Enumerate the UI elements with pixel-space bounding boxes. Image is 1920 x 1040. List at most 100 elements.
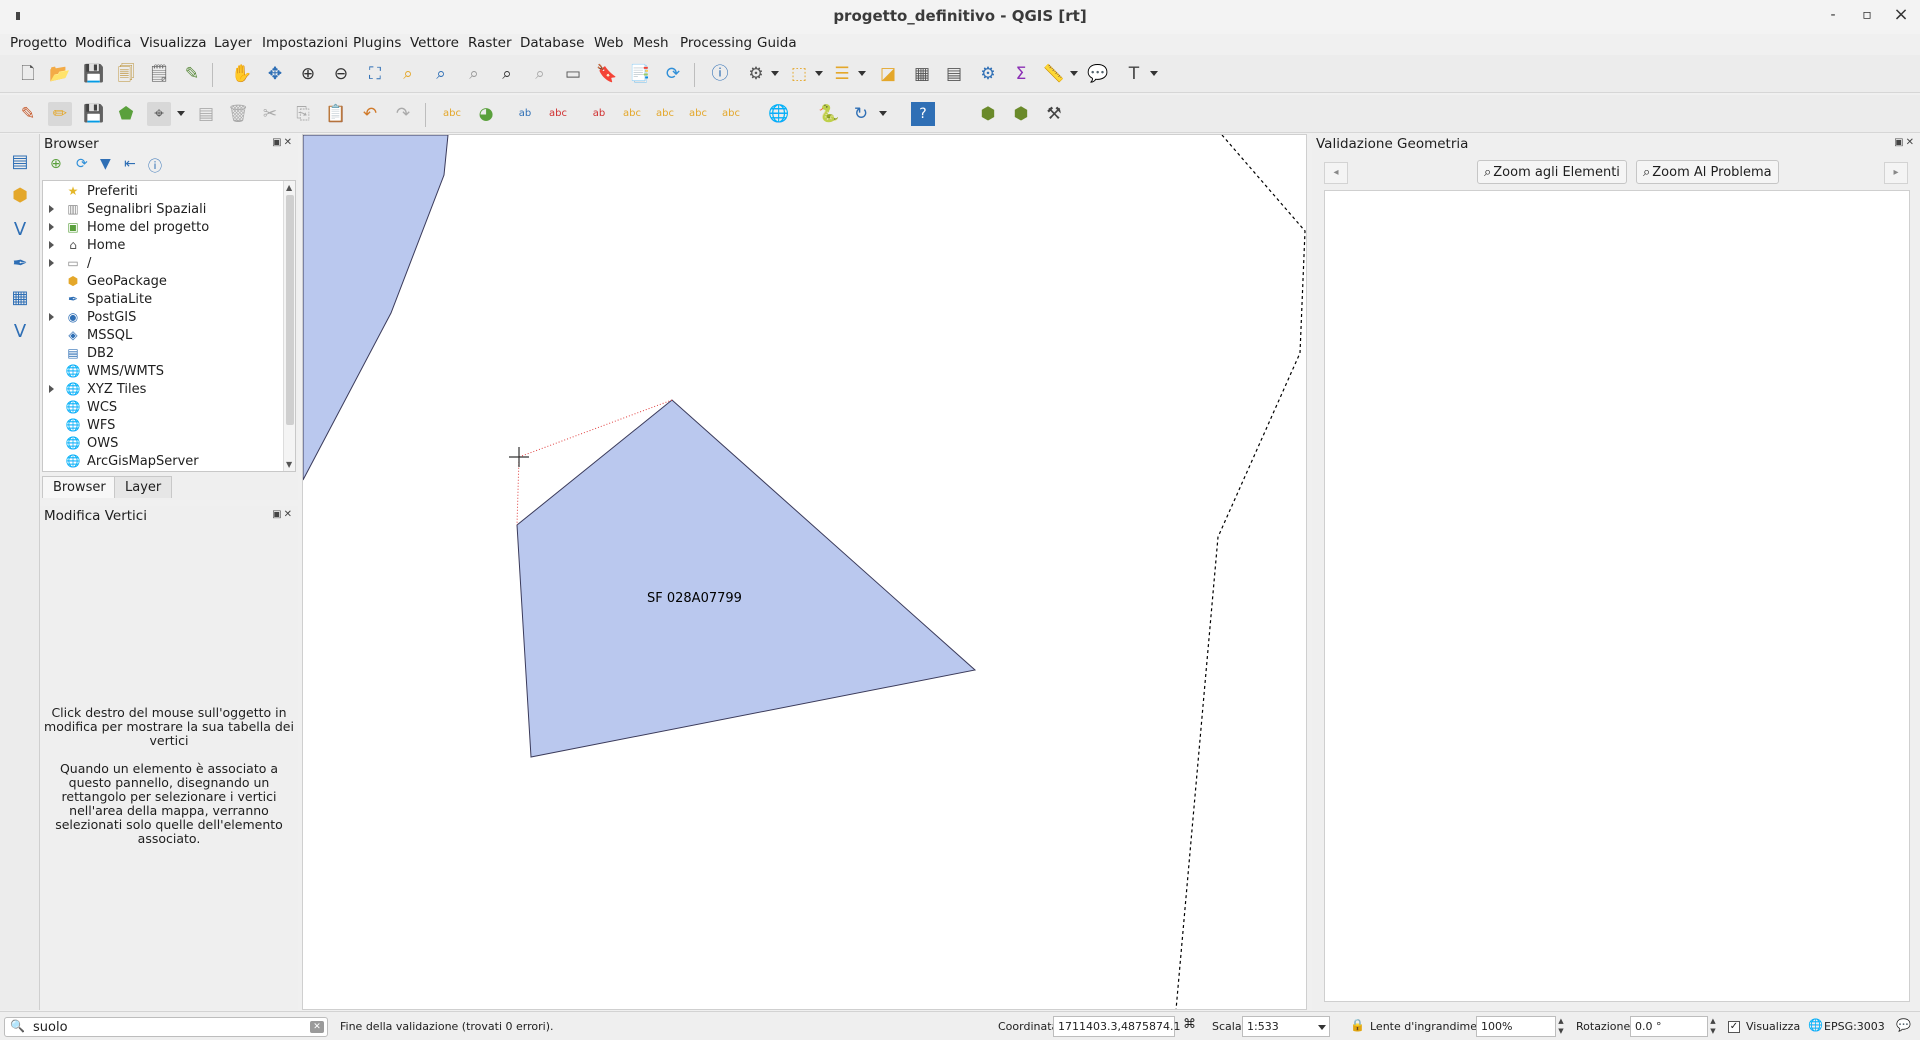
zoom-to-problem-button[interactable]: ⌕ Zoom Al Problema <box>1636 160 1779 184</box>
actions-icon[interactable]: ⚙ <box>744 62 768 86</box>
new-project-icon[interactable]: 🗋 <box>16 62 40 86</box>
rotate-label-icon[interactable]: abc <box>686 102 710 126</box>
add-polygon-icon[interactable]: ⬟ <box>114 102 138 126</box>
new-bookmark-icon[interactable]: 🔖 <box>595 62 619 86</box>
move-label-icon[interactable]: abc <box>653 102 677 126</box>
plugin-tools-icon[interactable]: ⚒ <box>1042 102 1066 126</box>
browser-item[interactable]: ◉ PostGIS <box>43 309 283 327</box>
browser-item[interactable]: 🌐 WFS <box>43 417 283 435</box>
menu-web[interactable]: Web <box>594 35 623 51</box>
menu-mesh[interactable]: Mesh <box>633 35 669 51</box>
redo-icon[interactable]: ↷ <box>391 102 415 126</box>
rotation-spinner-icon[interactable]: ▲ ▼ <box>1708 1016 1718 1037</box>
vertex-editor-controls[interactable]: ▣✕ <box>272 509 294 520</box>
refresh-icon[interactable]: ⟳ <box>661 62 685 86</box>
zoom-next-icon[interactable]: ⌕ <box>528 62 552 86</box>
magnifier-field[interactable]: 100% <box>1476 1016 1556 1037</box>
expand-arrow-icon[interactable] <box>49 223 54 231</box>
zoom-in-icon[interactable]: ⊕ <box>296 62 320 86</box>
style-manager-icon[interactable]: ✎ <box>180 62 204 86</box>
messages-icon[interactable]: 💬 <box>1896 1018 1911 1032</box>
next-error-button[interactable]: ▸ <box>1884 162 1908 184</box>
add-wms-layer-icon[interactable]: ▦ <box>7 284 33 310</box>
rotation-field[interactable]: 0.0 ° <box>1630 1016 1708 1037</box>
collapse-all-icon[interactable]: ⇤ <box>124 156 136 172</box>
delete-selected-icon[interactable]: 🗑 <box>226 102 250 126</box>
browser-item[interactable]: ✒ SpatiaLite <box>43 291 283 309</box>
toggle-extents-icon[interactable]: ⌘ <box>1183 1017 1196 1032</box>
data-source-manager-icon[interactable]: ▤ <box>7 148 33 174</box>
save-project-icon[interactable]: 💾 <box>82 62 106 86</box>
expand-arrow-icon[interactable] <box>49 205 54 213</box>
zoom-last-icon[interactable]: ⌕ <box>495 62 519 86</box>
toolbox-icon[interactable]: ⚙ <box>976 62 1000 86</box>
save-edits-icon[interactable]: 💾 <box>82 102 106 126</box>
add-geopackage-icon[interactable]: ⬢ <box>7 182 33 208</box>
zoom-to-layer-icon[interactable]: ⌕ <box>429 62 453 86</box>
browser-item[interactable]: 🌐 OWS <box>43 435 283 453</box>
selected-polygon[interactable] <box>516 399 977 758</box>
map-tips-icon[interactable]: 💬 <box>1086 62 1110 86</box>
zoom-full-icon[interactable]: ⛶ <box>363 62 387 86</box>
zoom-out-icon[interactable]: ⊖ <box>329 62 353 86</box>
add-vector-layer-icon[interactable]: V <box>7 216 33 242</box>
add-virtual-layer-icon[interactable]: V <box>7 318 33 344</box>
menu-vettore[interactable]: Vettore <box>410 35 459 51</box>
tab-layer[interactable]: Layer <box>114 476 173 498</box>
select-features-icon[interactable]: ⬚ <box>787 62 811 86</box>
menu-modifica[interactable]: Modifica <box>75 35 131 51</box>
paste-features-icon[interactable]: 📋 <box>324 102 348 126</box>
browser-panel-controls[interactable]: ▣✕ <box>272 137 294 148</box>
zoom-to-elements-button[interactable]: ⌕ Zoom agli Elementi <box>1477 160 1627 184</box>
show-bookmarks-icon[interactable]: 📑 <box>628 62 652 86</box>
geometry-validation-controls[interactable]: ▣✕ <box>1894 137 1916 148</box>
deselect-all-icon[interactable]: ◪ <box>876 62 900 86</box>
map-canvas[interactable]: SF 028A07799 <box>302 134 1307 1010</box>
toggle-label-icon[interactable]: ab <box>587 102 611 126</box>
adjacent-polygon[interactable] <box>303 135 449 481</box>
cut-features-icon[interactable]: ✂ <box>258 102 282 126</box>
lock-scale-icon[interactable]: 🔒 <box>1350 1018 1365 1032</box>
maximize-button[interactable]: ▫ <box>1857 7 1877 23</box>
open-project-icon[interactable]: 📂 <box>48 62 72 86</box>
expand-arrow-icon[interactable] <box>49 313 54 321</box>
attribute-table-icon[interactable]: ▦ <box>910 62 934 86</box>
menu-impostazioni[interactable]: Impostazioni <box>262 35 348 51</box>
add-spatialite-icon[interactable]: ✒ <box>7 250 33 276</box>
measure-line-icon[interactable]: 📏 <box>1042 62 1066 86</box>
scale-dropdown-icon[interactable] <box>1318 1025 1326 1030</box>
browser-scrollbar[interactable]: ▲ ▼ <box>283 181 295 471</box>
diagram-icon[interactable]: ◕ <box>474 102 498 126</box>
browser-tree[interactable]: ★ Preferiti ▥ Segnalibri Spaziali ▣ Home del … <box>42 180 296 472</box>
copy-features-icon[interactable]: ⎘ <box>291 102 315 126</box>
locator-search[interactable]: 🔍 suolo ✕ <box>4 1017 328 1037</box>
menu-guida[interactable]: Guida <box>757 35 797 51</box>
menu-progetto[interactable]: Progetto <box>10 35 67 51</box>
change-label-icon[interactable]: abc <box>719 102 743 126</box>
minimize-button[interactable]: - <box>1823 7 1843 23</box>
new-print-layout-icon[interactable]: 🗐 <box>114 62 138 86</box>
highlight-pinned-icon[interactable]: abc <box>546 102 570 126</box>
add-selected-layer-icon[interactable]: ⊕ <box>50 156 62 172</box>
magnifier-spinner-icon[interactable]: ▲ ▼ <box>1556 1016 1566 1037</box>
browser-item[interactable]: 🌐 WCS <box>43 399 283 417</box>
pan-to-selection-icon[interactable]: ✥ <box>263 62 287 86</box>
plugin-cube-icon[interactable]: ⬢ <box>976 102 1000 126</box>
clear-search-icon[interactable]: ✕ <box>310 1021 324 1033</box>
locator-search-value[interactable]: suolo <box>33 1020 68 1035</box>
show-hide-labels-icon[interactable]: abc <box>620 102 644 126</box>
select-by-value-icon[interactable]: ☰ <box>830 62 854 86</box>
properties-icon[interactable]: ⓘ <box>148 156 162 176</box>
browser-item[interactable]: ▤ DB2 <box>43 345 283 363</box>
pan-icon[interactable]: ✋ <box>230 62 254 86</box>
menu-layer[interactable]: Layer <box>214 35 252 51</box>
zoom-native-icon[interactable]: ⌕ <box>462 62 486 86</box>
plugin-refresh-icon[interactable]: ↻ <box>849 102 873 126</box>
statistical-summary-icon[interactable]: ▤ <box>942 62 966 86</box>
menu-database[interactable]: Database <box>520 35 584 51</box>
filter-browser-icon[interactable]: ▼ <box>100 156 111 172</box>
coordinate-field[interactable]: 1711403.3,4875874.1 <box>1053 1016 1180 1037</box>
crs-icon[interactable]: 🌐 <box>1808 1018 1823 1032</box>
browser-item[interactable]: ⬢ GeoPackage <box>43 273 283 291</box>
menu-processing[interactable]: Processing <box>680 35 752 51</box>
